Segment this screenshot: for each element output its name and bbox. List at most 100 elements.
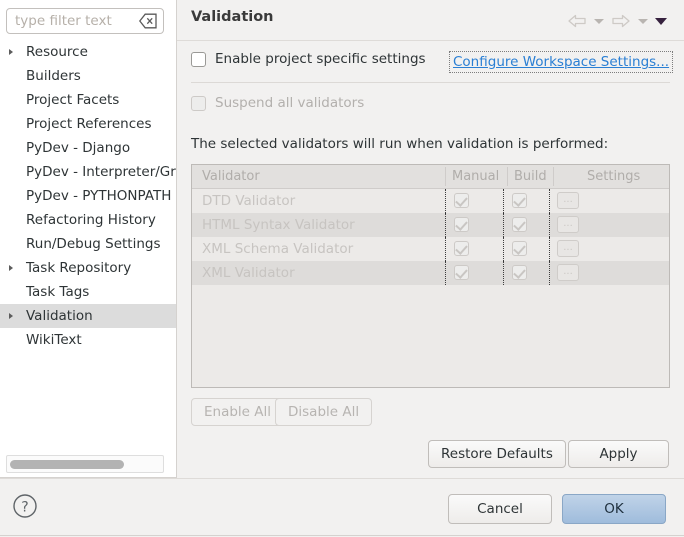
- clear-backspace-icon[interactable]: [139, 13, 157, 29]
- manual-checkbox[interactable]: [454, 241, 469, 256]
- column-header-settings[interactable]: Settings: [587, 165, 640, 188]
- build-checkbox[interactable]: [512, 217, 527, 232]
- dialog-footer: ? Cancel OK: [0, 478, 684, 537]
- sidebar-item-project-facets[interactable]: Project Facets: [0, 88, 176, 112]
- sidebar-item-pydev-pythonpath[interactable]: PyDev - PYTHONPATH: [0, 184, 176, 208]
- expand-arrow-icon[interactable]: [9, 49, 13, 55]
- sidebar-item-pydev-django[interactable]: PyDev - Django: [0, 136, 176, 160]
- column-separator: [445, 213, 446, 237]
- forward-history-chevron-down-icon[interactable]: [634, 12, 652, 30]
- suspend-all-validators-row: Suspend all validators: [191, 95, 364, 111]
- sidebar-item-pydev-interpreter-gr[interactable]: PyDev - Interpreter/Gr: [0, 160, 176, 184]
- column-separator: [549, 237, 550, 261]
- ok-button[interactable]: OK: [562, 494, 666, 524]
- sidebar-item-task-repository[interactable]: Task Repository: [0, 256, 176, 280]
- sidebar-item-label: Task Tags: [26, 284, 89, 300]
- enable-project-specific-settings-checkbox[interactable]: [191, 52, 206, 67]
- suspend-all-validators-label: Suspend all validators: [215, 95, 364, 111]
- sidebar-item-refactoring-history[interactable]: Refactoring History: [0, 208, 176, 232]
- build-checkbox[interactable]: [512, 265, 527, 280]
- sidebar-item-project-references[interactable]: Project References: [0, 112, 176, 136]
- validators-table-header: Validator Manual Build Settings: [192, 165, 669, 189]
- scrollbar-thumb[interactable]: [10, 460, 124, 469]
- sidebar-item-label: Project Facets: [26, 92, 119, 108]
- column-separator: [503, 189, 504, 213]
- validator-name: HTML Syntax Validator: [202, 213, 355, 237]
- column-separator: [549, 213, 550, 237]
- settings-button[interactable]: ...: [557, 216, 579, 233]
- table-row[interactable]: DTD Validator...: [192, 189, 669, 213]
- column-header-build[interactable]: Build: [514, 165, 547, 188]
- cancel-button[interactable]: Cancel: [448, 494, 552, 524]
- svg-text:?: ?: [21, 500, 28, 516]
- sidebar-item-validation[interactable]: Validation: [0, 304, 176, 328]
- table-row[interactable]: HTML Syntax Validator...: [192, 213, 669, 237]
- validators-table-body[interactable]: DTD Validator...HTML Syntax Validator...…: [192, 189, 669, 285]
- apply-button[interactable]: Apply: [568, 440, 669, 468]
- back-history-chevron-down-icon[interactable]: [590, 12, 608, 30]
- sidebar-item-task-tags[interactable]: Task Tags: [0, 280, 176, 304]
- configure-workspace-settings-link[interactable]: Configure Workspace Settings...: [449, 51, 673, 73]
- enable-all-button[interactable]: Enable All: [191, 398, 284, 426]
- manual-checkbox[interactable]: [454, 265, 469, 280]
- help-question-icon[interactable]: ?: [12, 493, 38, 519]
- column-separator[interactable]: [553, 167, 554, 186]
- forward-arrow-icon[interactable]: [608, 12, 634, 30]
- header-divider: [177, 40, 684, 41]
- sidebar-item-label: Task Repository: [26, 260, 131, 276]
- search-input[interactable]: [15, 9, 133, 33]
- settings-button[interactable]: ...: [557, 240, 579, 257]
- sidebar-item-resource[interactable]: Resource: [0, 40, 176, 64]
- column-separator: [549, 189, 550, 213]
- disable-all-button[interactable]: Disable All: [275, 398, 372, 426]
- restore-defaults-button[interactable]: Restore Defaults: [428, 440, 566, 468]
- settings-button[interactable]: ...: [557, 192, 579, 209]
- column-header-validator[interactable]: Validator: [202, 165, 260, 188]
- build-checkbox[interactable]: [512, 193, 527, 208]
- manual-checkbox[interactable]: [454, 217, 469, 232]
- table-row[interactable]: XML Schema Validator...: [192, 237, 669, 261]
- enable-project-specific-settings-label: Enable project specific settings: [215, 51, 426, 67]
- suspend-all-validators-checkbox: [191, 96, 206, 111]
- page-title: Validation: [191, 9, 274, 25]
- column-separator: [445, 237, 446, 261]
- settings-button[interactable]: ...: [557, 264, 579, 281]
- sidebar-item-label: Project References: [26, 116, 152, 132]
- filter-box[interactable]: [6, 8, 164, 34]
- back-arrow-icon[interactable]: [564, 12, 590, 30]
- section-divider: [191, 82, 670, 83]
- column-separator: [503, 237, 504, 261]
- column-separator: [503, 213, 504, 237]
- column-separator: [503, 261, 504, 285]
- column-separator: [445, 261, 446, 285]
- table-row[interactable]: XML Validator...: [192, 261, 669, 285]
- navigation-toolbar: [564, 12, 670, 30]
- column-header-manual[interactable]: Manual: [452, 165, 499, 188]
- sidebar-item-label: PyDev - Django: [26, 140, 130, 156]
- preferences-dialog: Resource Builders Project Facets Project Re…: [0, 0, 684, 536]
- sidebar-item-label: Run/Debug Settings: [26, 236, 161, 252]
- validator-name: DTD Validator: [202, 189, 295, 213]
- sidebar-item-label: PyDev - PYTHONPATH: [26, 188, 171, 204]
- manual-checkbox[interactable]: [454, 193, 469, 208]
- sidebar-item-run-debug-settings[interactable]: Run/Debug Settings: [0, 232, 176, 256]
- validators-table[interactable]: Validator Manual Build Settings DTD Vali…: [191, 164, 670, 388]
- sidebar-item-label: Validation: [26, 308, 93, 324]
- sidebar-item-builders[interactable]: Builders: [0, 64, 176, 88]
- sidebar-item-label: Refactoring History: [26, 212, 156, 228]
- build-checkbox[interactable]: [512, 241, 527, 256]
- sidebar-item-wikitext[interactable]: WikiText: [0, 328, 176, 352]
- column-separator[interactable]: [445, 167, 446, 186]
- validator-name: XML Validator: [202, 261, 295, 285]
- sidebar-item-label: Builders: [26, 68, 81, 84]
- validators-table-caption: The selected validators will run when va…: [191, 136, 608, 152]
- expand-arrow-icon[interactable]: [9, 313, 13, 319]
- preferences-tree[interactable]: Resource Builders Project Facets Project Re…: [0, 40, 176, 450]
- tree-horizontal-scrollbar[interactable]: [6, 455, 164, 473]
- column-separator: [445, 189, 446, 213]
- view-menu-chevron-down-icon[interactable]: [652, 12, 670, 30]
- enable-project-specific-settings-row[interactable]: Enable project specific settings: [191, 51, 426, 67]
- column-separator[interactable]: [507, 167, 508, 186]
- validation-settings-pane: Validation: [177, 0, 684, 478]
- expand-arrow-icon[interactable]: [9, 265, 13, 271]
